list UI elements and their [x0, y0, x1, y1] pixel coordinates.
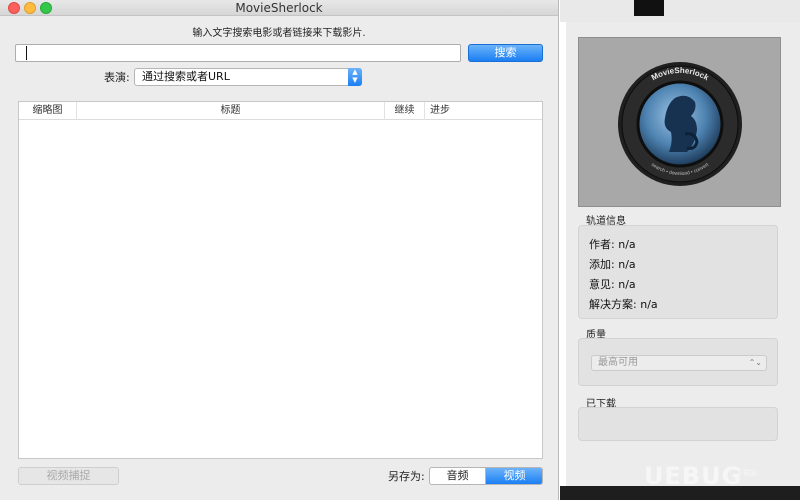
comment-key: 意见: — [589, 278, 615, 291]
added-value: n/a — [618, 258, 636, 271]
column-header-continue[interactable]: 继续 — [385, 102, 425, 120]
info-panel: MovieSherlock search • download • conver… — [566, 22, 800, 486]
watermark-logo: UEBUG — [644, 462, 743, 490]
resolution-value: n/a — [640, 298, 658, 311]
track-info-comment: 意见: n/a — [589, 276, 636, 292]
track-info-added: 添加: n/a — [589, 256, 636, 272]
column-header-thumbnail[interactable]: 缩略图 — [19, 102, 77, 120]
text-caret — [26, 46, 27, 60]
quality-group: 最高可用 ⌃⌄ — [578, 338, 778, 386]
comment-value: n/a — [618, 278, 636, 291]
video-capture-button[interactable]: 视频捕捉 — [18, 467, 119, 485]
column-header-progress[interactable]: 进步 — [425, 102, 544, 120]
search-button[interactable]: 搜索 — [468, 44, 543, 62]
search-hint-text: 输入文字搜索电影或者链接来下载影片. — [192, 28, 366, 39]
select-stepper-icon: ▲ ▼ — [348, 68, 362, 86]
save-as-video-option[interactable]: 视频 — [486, 468, 542, 484]
author-value: n/a — [618, 238, 636, 251]
main-window: MovieSherlock 输入文字搜索电影或者链接来下载影片. 搜索 表演: … — [0, 0, 559, 500]
resolution-key: 解决方案: — [589, 298, 637, 311]
background-window-edge — [560, 0, 800, 22]
performance-label: 表演: — [104, 71, 130, 84]
column-header-title[interactable]: 标题 — [77, 102, 385, 120]
watermark-subtext: 下载站 — [736, 469, 757, 477]
source-select-value: 通过搜索或者URL — [142, 70, 230, 83]
select-arrows-icon: ⌃⌄ — [748, 358, 762, 367]
window-title: MovieSherlock — [235, 1, 323, 15]
table-header: 缩略图 标题 继续 进步 — [19, 102, 542, 120]
track-info-group: 作者: n/a 添加: n/a 意见: n/a 解决方案: n/a — [578, 225, 778, 319]
track-info-author: 作者: n/a — [589, 236, 636, 252]
search-input[interactable] — [15, 44, 461, 62]
quality-select[interactable]: 最高可用 ⌃⌄ — [591, 355, 767, 371]
quality-select-value: 最高可用 — [598, 357, 638, 368]
save-as-audio-option[interactable]: 音频 — [430, 468, 486, 484]
artwork-well: MovieSherlock search • download • conver… — [578, 37, 781, 207]
author-key: 作者: — [589, 238, 615, 251]
title-bar[interactable]: MovieSherlock — [0, 0, 558, 16]
save-as-label: 另存为: — [388, 470, 425, 483]
results-table[interactable]: 缩略图 标题 继续 进步 — [18, 101, 543, 459]
save-as-segmented-control: 音频 视频 — [429, 467, 543, 485]
moviesherlock-logo-icon: MovieSherlock search • download • conver… — [618, 62, 742, 186]
added-key: 添加: — [589, 258, 615, 271]
track-info-resolution: 解决方案: n/a — [589, 296, 658, 312]
background-window-fragment — [634, 0, 664, 16]
source-select[interactable]: 通过搜索或者URL ▲ ▼ — [134, 68, 362, 86]
downloaded-group — [578, 407, 778, 441]
